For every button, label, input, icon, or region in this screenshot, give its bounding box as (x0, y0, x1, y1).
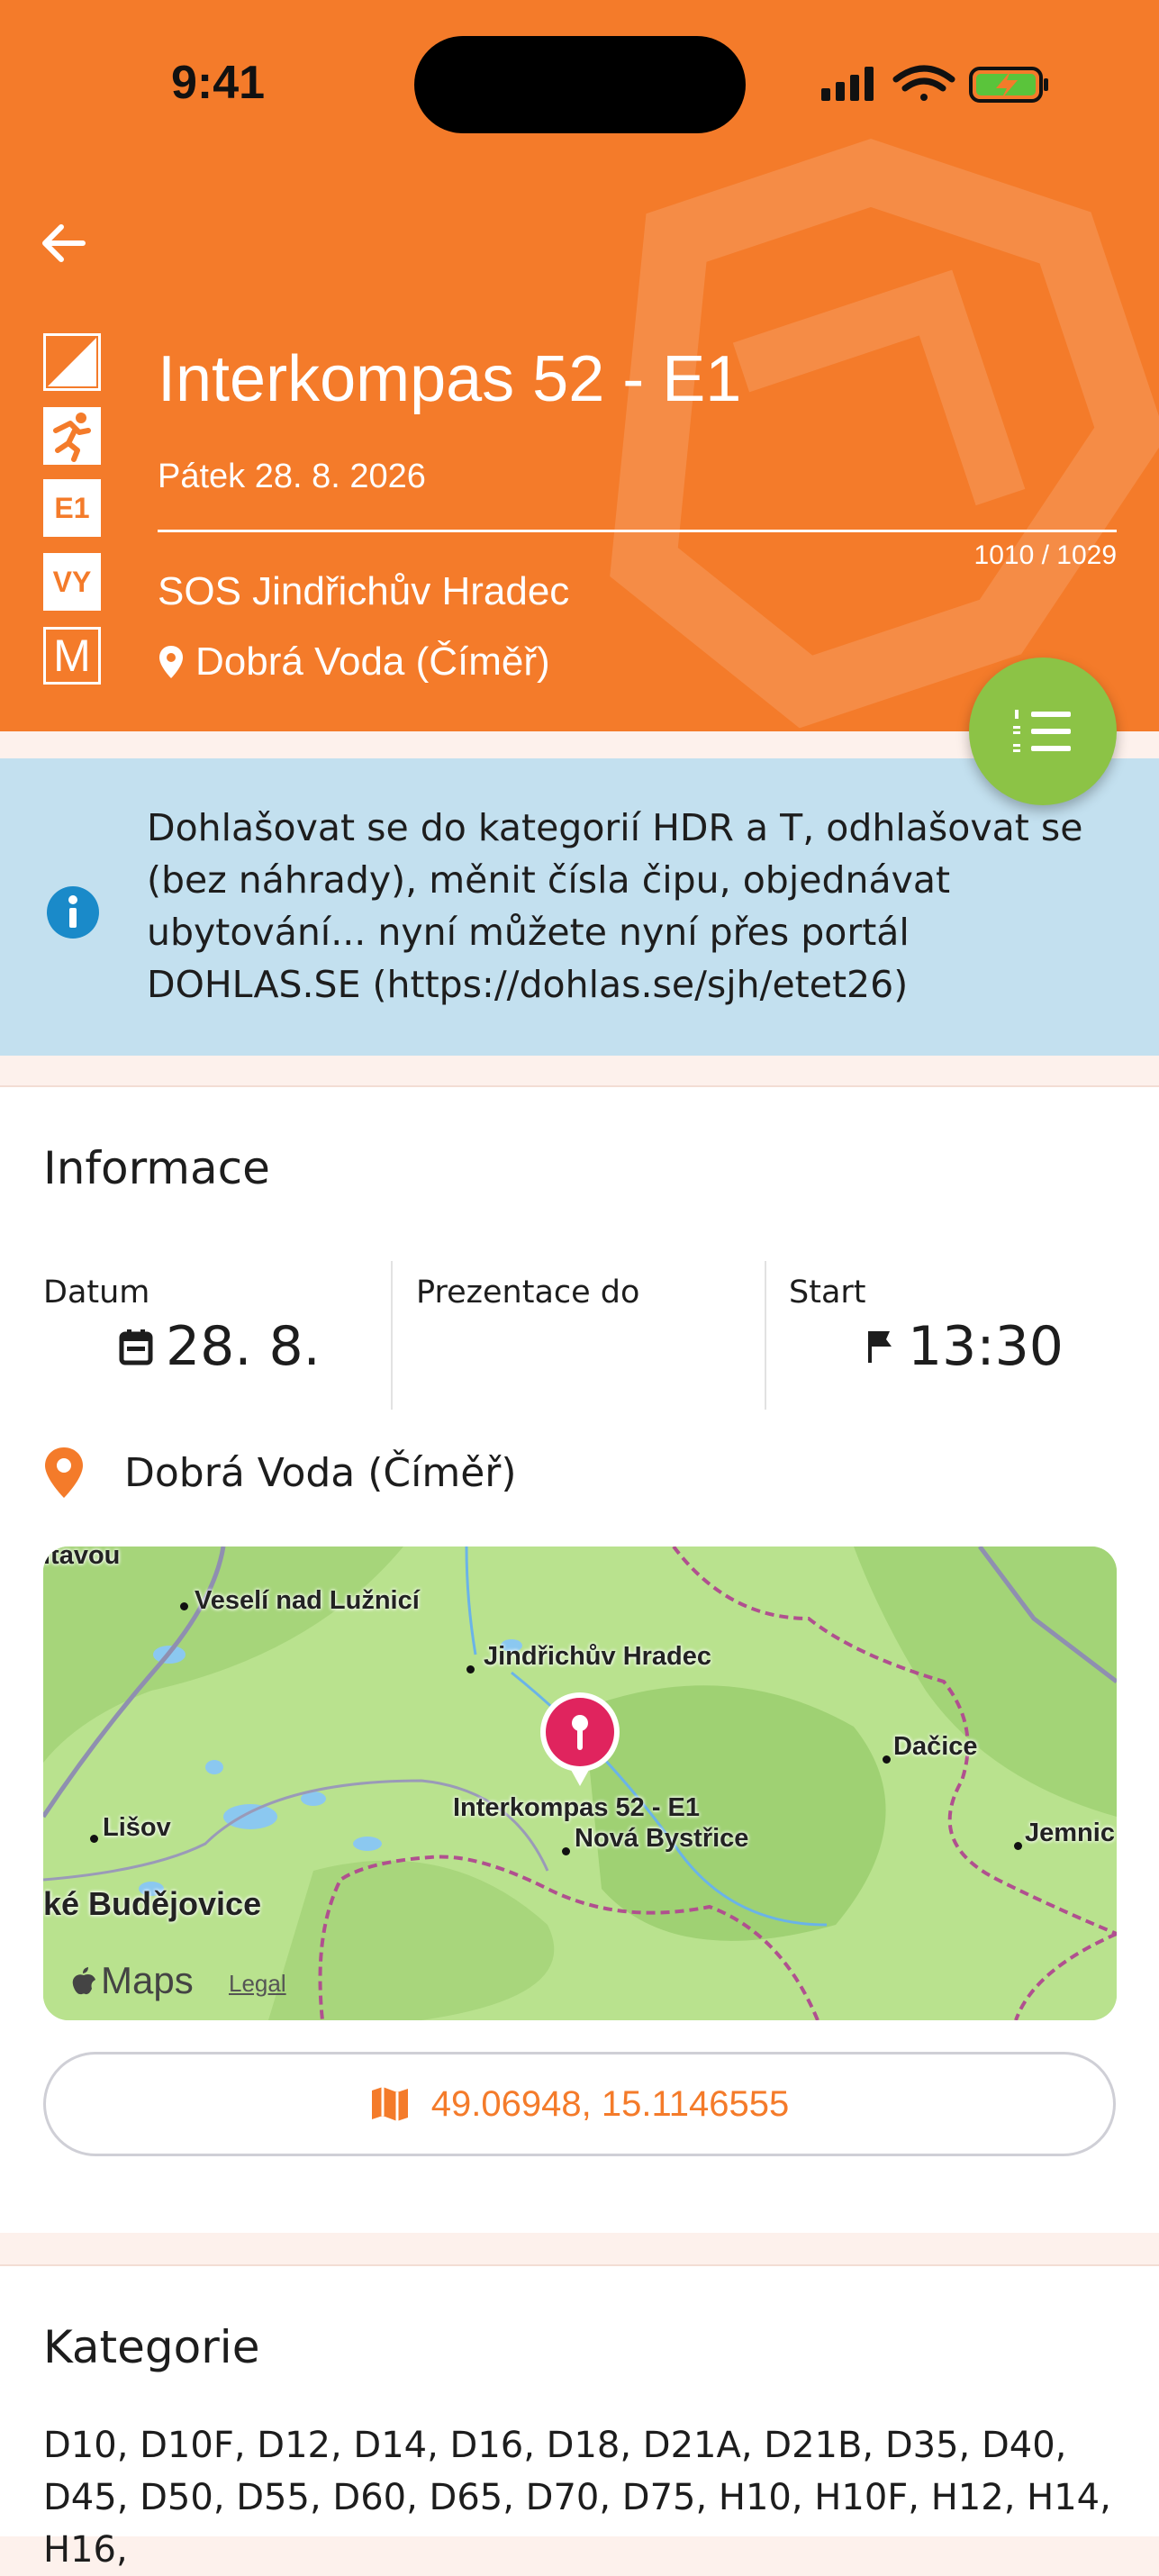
start-value-row: 13:30 (865, 1315, 1064, 1378)
apple-logo-icon (72, 1967, 95, 1995)
map-label-veseli: Veselí nad Lužnicí (195, 1586, 420, 1615)
wifi-icon (892, 65, 955, 101)
map-label-jemnice: Jemnic (1025, 1819, 1115, 1847)
calendar-icon (119, 1329, 153, 1365)
coordinates-label: 49.06948, 15.1146555 (430, 2083, 790, 2124)
entries-list-button[interactable] (969, 658, 1117, 805)
map-pin-icon[interactable] (537, 1691, 623, 1790)
location-pin-icon (45, 1447, 83, 1498)
map-city-dot (90, 1835, 98, 1843)
event-date: Pátek 28. 8. 2026 (158, 458, 426, 495)
presentation-label: Prezentace do (416, 1274, 640, 1311)
map-city-dot (562, 1847, 570, 1855)
info-banner-text: Dohlašovat se do kategorií HDR a T, odhl… (147, 806, 1083, 1006)
map-label-budejovice: ké Budějovice (43, 1885, 262, 1922)
registration-counter: 1010 / 1029 (973, 540, 1117, 570)
status-icons (819, 63, 1054, 112)
maps-brand: Maps (70, 1959, 194, 2002)
categories-list: D10, D10F, D12, D14, D16, D18, D21A, D21… (43, 2425, 1111, 2571)
runner-icon (53, 413, 91, 462)
map-label-lisov: Lišov (103, 1813, 171, 1842)
flag-icon (868, 1331, 892, 1363)
map-label-dacice: Dačice (893, 1732, 978, 1761)
divider (158, 530, 1117, 532)
back-button[interactable] (36, 216, 90, 270)
column-divider (391, 1261, 393, 1410)
arrow-left-icon (42, 224, 86, 262)
organizer-name: SOS Jindřichův Hradec (158, 569, 570, 613)
date-label: Datum (43, 1274, 150, 1311)
maps-brand-label: Maps (101, 1959, 194, 2001)
ranking-badge: M (43, 627, 101, 685)
numbered-list-icon (1013, 710, 1071, 752)
map-icon (371, 2087, 408, 2121)
map-legal-link[interactable]: Legal (229, 1970, 286, 1998)
map-type-badge (43, 333, 101, 391)
info-banner: Dohlašovat se do kategorií HDR a T, odhl… (0, 758, 1159, 1056)
dynamic-island (414, 36, 746, 133)
orienteering-watermark-icon (610, 139, 1159, 729)
location-row[interactable]: Dobrá Voda (Číměř) (43, 1446, 517, 1500)
event-title: Interkompas 52 - E1 (158, 343, 742, 415)
location-pin-icon (159, 646, 183, 678)
diagonal-square-icon (48, 338, 96, 386)
map-pin-label: Interkompas 52 - E1 (453, 1793, 700, 1822)
start-label: Start (789, 1274, 866, 1311)
map-city-dot (1014, 1842, 1022, 1850)
location-label: Dobrá Voda (Číměř) (124, 1449, 517, 1496)
event-map[interactable]: ltavou Veselí nad Lužnicí Jindřichův Hra… (43, 1547, 1117, 2020)
header-location-label: Dobrá Voda (Číměř) (195, 639, 550, 684)
map-label-vltavou: ltavou (43, 1547, 121, 1570)
coordinates-button[interactable]: 49.06948, 15.1146555 (43, 2052, 1116, 2156)
status-time: 9:41 (171, 57, 266, 109)
info-icon (47, 886, 99, 939)
column-divider (765, 1261, 766, 1410)
level-badge: VY (43, 553, 101, 611)
event-header: 9:41 E1 VY M Interkompas 52 - E1 Pátek 2… (0, 0, 1159, 731)
map-label-jhradec: Jindřichův Hradec (484, 1642, 712, 1671)
date-value-row: 28. 8. (119, 1315, 321, 1378)
header-location: Dobrá Voda (Číměř) (158, 639, 550, 685)
information-title: Informace (43, 1142, 270, 1194)
map-city-dot (180, 1602, 188, 1610)
stage-badge: E1 (43, 479, 101, 537)
signal-icon (821, 67, 874, 101)
battery-icon (969, 67, 1048, 103)
map-city-dot (466, 1665, 475, 1673)
date-value: 28. 8. (166, 1315, 321, 1378)
categories-title: Kategorie (43, 2321, 260, 2373)
start-value: 13:30 (908, 1315, 1064, 1378)
map-city-dot (883, 1755, 891, 1764)
discipline-badge (43, 407, 101, 465)
map-label-novabystrice: Nová Bystřice (575, 1824, 749, 1853)
